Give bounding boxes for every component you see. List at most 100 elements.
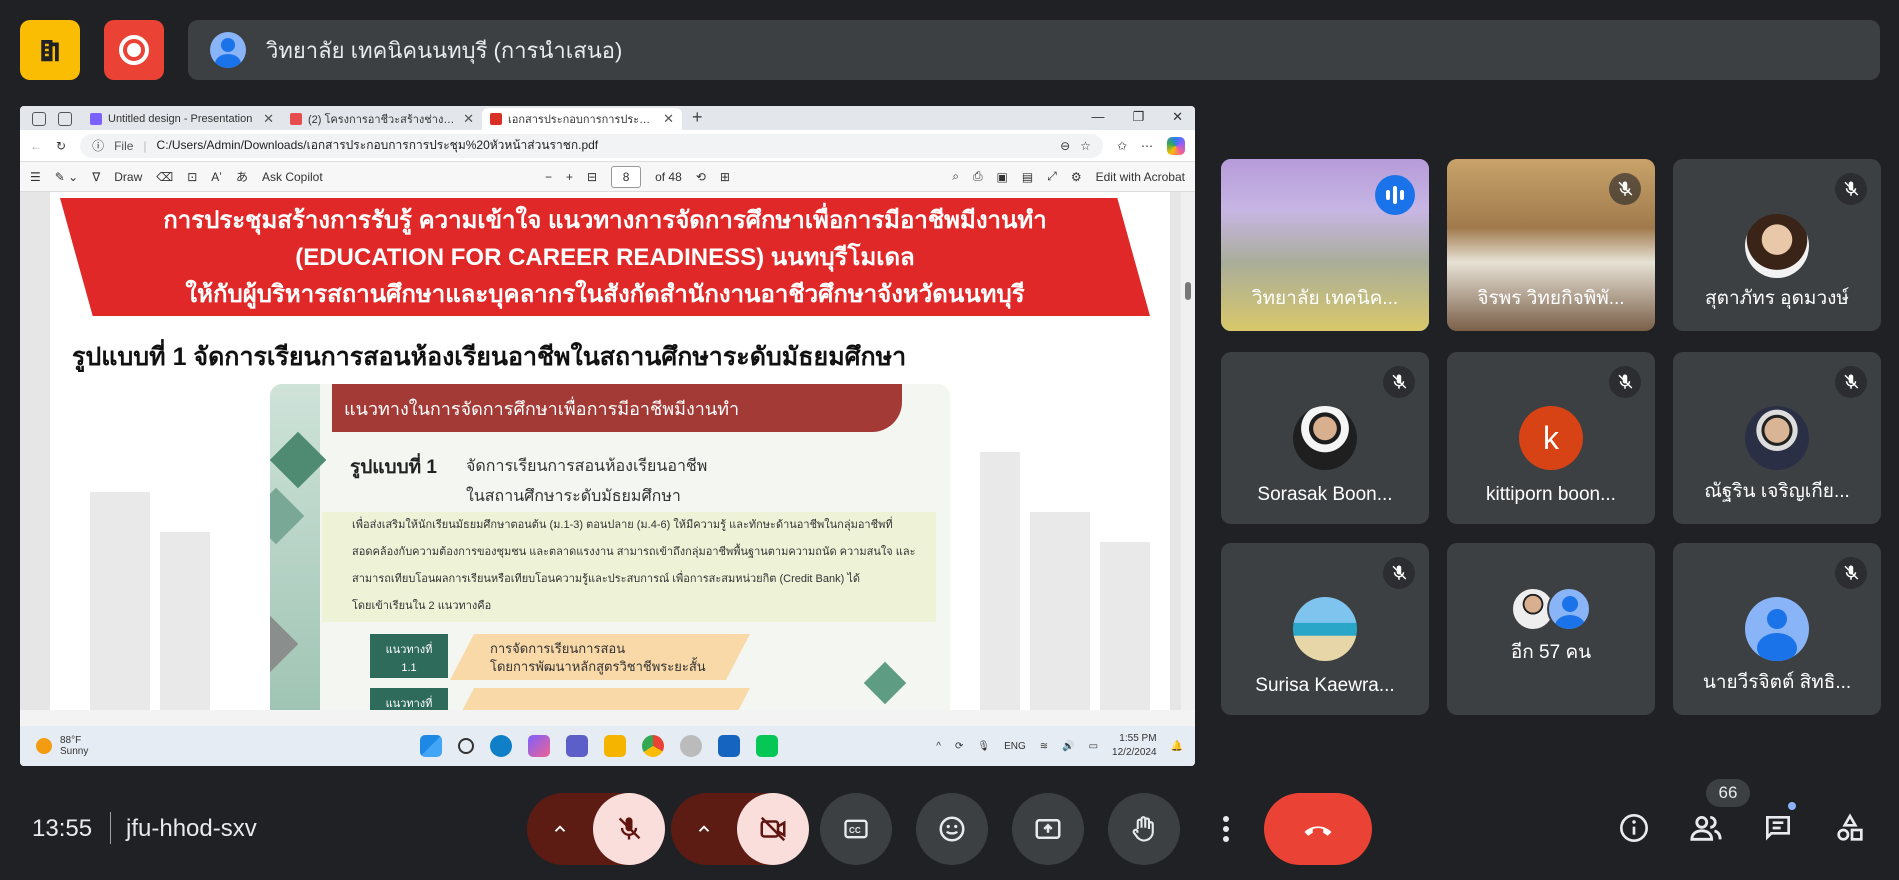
start-icon[interactable] [420,735,442,757]
participant-tile[interactable]: Sorasak Boon... [1221,352,1429,524]
camera-options-chevron-icon[interactable] [671,820,737,838]
model-desc-line: ในสถานศึกษาระดับมัธยมศึกษา [466,488,681,505]
draw-button[interactable]: Draw [114,170,142,184]
participant-tile[interactable]: วิทยาลัย เทคนิค... [1221,159,1429,331]
maximize-icon[interactable]: ❐ [1132,109,1144,125]
activities-button[interactable] [1830,808,1870,848]
sync-icon[interactable]: ⟳ [955,741,963,752]
close-window-icon[interactable]: ✕ [1172,109,1183,125]
close-tab-icon[interactable]: ✕ [263,111,274,127]
fit-page-icon[interactable]: ⊟ [587,170,597,184]
people-button[interactable] [1686,808,1726,848]
workspaces-icon[interactable] [58,112,72,126]
chat-button[interactable] [1758,808,1798,848]
favorites-icon[interactable]: ✩ [1117,139,1127,153]
erase-icon[interactable]: ⌫ [156,170,173,184]
text-icon[interactable]: ⊡ [187,170,197,184]
address-bar: ← ↻ ⓘ File | C:/Users/Admin/Downloads/เอ… [20,130,1195,162]
back-icon[interactable]: ← [30,139,42,153]
participant-tile[interactable]: k kittiporn boon... [1447,352,1655,524]
clock-time: 1:55 PM [1119,733,1157,744]
pdf-scrollbar[interactable] [1181,192,1195,710]
photos-icon[interactable] [718,735,740,757]
model-description: จัดการเรียนการสอนห้องเรียนอาชีพ ในสถานศึ… [466,452,707,512]
camera-toggle-button[interactable] [737,793,809,865]
copilot-icon[interactable] [1167,136,1185,155]
close-tab-icon[interactable]: ✕ [663,111,674,127]
refresh-icon[interactable]: ↻ [56,139,66,153]
language-indicator[interactable]: ENG [1004,741,1026,752]
battery-icon[interactable]: ▭ [1089,741,1098,752]
minimize-icon[interactable]: — [1091,109,1104,125]
participant-avatar [1293,597,1357,661]
search-icon[interactable]: ⌕ [952,169,959,184]
save-as-icon[interactable]: ▤ [1022,170,1033,184]
teams-icon[interactable] [566,735,588,757]
highlight-icon[interactable]: ✎ ⌄ [55,170,78,184]
tray-expand-icon[interactable]: ^ [936,741,941,752]
recording-button[interactable] [104,20,164,80]
participant-tile[interactable]: นายวีรจิตต์ สิทธิ... [1673,543,1881,715]
print-icon[interactable]: ⎙ [973,169,983,184]
notification-icon[interactable]: 🔔 [1171,741,1183,752]
url-field[interactable]: ⓘ File | C:/Users/Admin/Downloads/เอกสาร… [80,133,1103,158]
option-text: การจัดการเรียนการสอน โดยการพัฒนาหลักสูตร… [450,634,750,680]
weather-widget[interactable]: 88°F Sunny [20,735,420,757]
wifi-icon[interactable]: ≋ [1040,741,1048,752]
copilot-taskbar-icon[interactable] [528,735,550,757]
volume-icon[interactable]: 🔊 [1062,741,1074,752]
presenter-avatar [210,32,246,68]
profile-icon[interactable] [32,112,46,126]
page-number-input[interactable]: 8 [611,165,642,188]
translate-icon[interactable]: あ [236,168,248,185]
pdf-viewer: การประชุมสร้างการรับรู้ ความเข้าใจ แนวทา… [20,192,1195,710]
present-screen-button[interactable] [1012,793,1084,865]
others-tile[interactable]: อีก 57 คน [1447,543,1655,715]
close-tab-icon[interactable]: ✕ [463,111,474,127]
browser-tab[interactable]: Untitled design - Presentation ✕ [82,108,282,130]
participant-tile[interactable]: ณัฐริน เจริญเกีย... [1673,352,1881,524]
ask-copilot-button[interactable]: Ask Copilot [262,170,323,184]
rotate-icon[interactable]: ⟲ [696,170,706,184]
participant-tile[interactable]: Surisa Kaewra... [1221,543,1429,715]
mic-tray-icon[interactable]: 🎙 [977,741,990,752]
zoom-in-icon[interactable]: + [566,170,573,184]
mic-options-chevron-icon[interactable] [527,820,593,838]
more-options-button[interactable] [1206,793,1246,865]
zoom-icon[interactable]: ⊖ [1060,139,1070,153]
search-taskbar-icon[interactable] [458,738,474,754]
favorite-star-icon[interactable]: ☆ [1080,139,1091,153]
browser-tab[interactable]: (2) โครงการอาชีวะสร้างช่างฝีมือ สานต่อ ✕ [282,108,482,130]
contents-icon[interactable]: ☰ [30,170,41,184]
chrome-icon[interactable] [642,735,664,757]
page-view-icon[interactable]: ⊞ [720,170,730,184]
line-icon[interactable] [756,735,778,757]
title-banner: การประชุมสร้างการรับรู้ ความเข้าใจ แนวทา… [60,198,1150,316]
mic-toggle-button[interactable] [593,793,665,865]
participant-tile[interactable]: สุตาภัทร อุดมวงษ์ [1673,159,1881,331]
draw-icon[interactable]: ∇ [92,170,100,184]
browser-tab-active[interactable]: เอกสารประกอบการการประชุม หัวหน้าส่ ✕ [482,108,682,130]
new-tab-icon[interactable]: + [682,107,713,130]
edit-with-acrobat-button[interactable]: Edit with Acrobat [1096,170,1185,184]
emoji-icon [939,816,965,842]
zoom-out-icon[interactable]: − [545,170,552,184]
leave-call-button[interactable] [1264,793,1372,865]
meeting-info-button[interactable] [1614,808,1654,848]
reactions-button[interactable] [916,793,988,865]
room-icon-button[interactable] [20,20,80,80]
app-icon[interactable] [680,735,702,757]
taskbar-clock[interactable]: 1:55 PM 12/2/2024 [1112,732,1157,760]
settings-gear-icon[interactable]: ⚙ [1071,170,1082,184]
captions-button[interactable]: CC [820,793,892,865]
scroll-thumb[interactable] [1185,282,1191,300]
save-icon[interactable]: ▣ [997,170,1008,184]
edge-icon[interactable] [490,735,512,757]
read-aloud-icon[interactable]: Aʼ [211,170,222,184]
more-menu-icon[interactable]: ⋯ [1141,139,1153,153]
participant-tile[interactable]: จิรพร วิทยกิจพิพั... [1447,159,1655,331]
raise-hand-button[interactable] [1108,793,1180,865]
file-explorer-icon[interactable] [604,735,626,757]
people-count-badge: 66 [1706,779,1750,807]
fullscreen-icon[interactable]: ⤢ [1047,169,1057,184]
